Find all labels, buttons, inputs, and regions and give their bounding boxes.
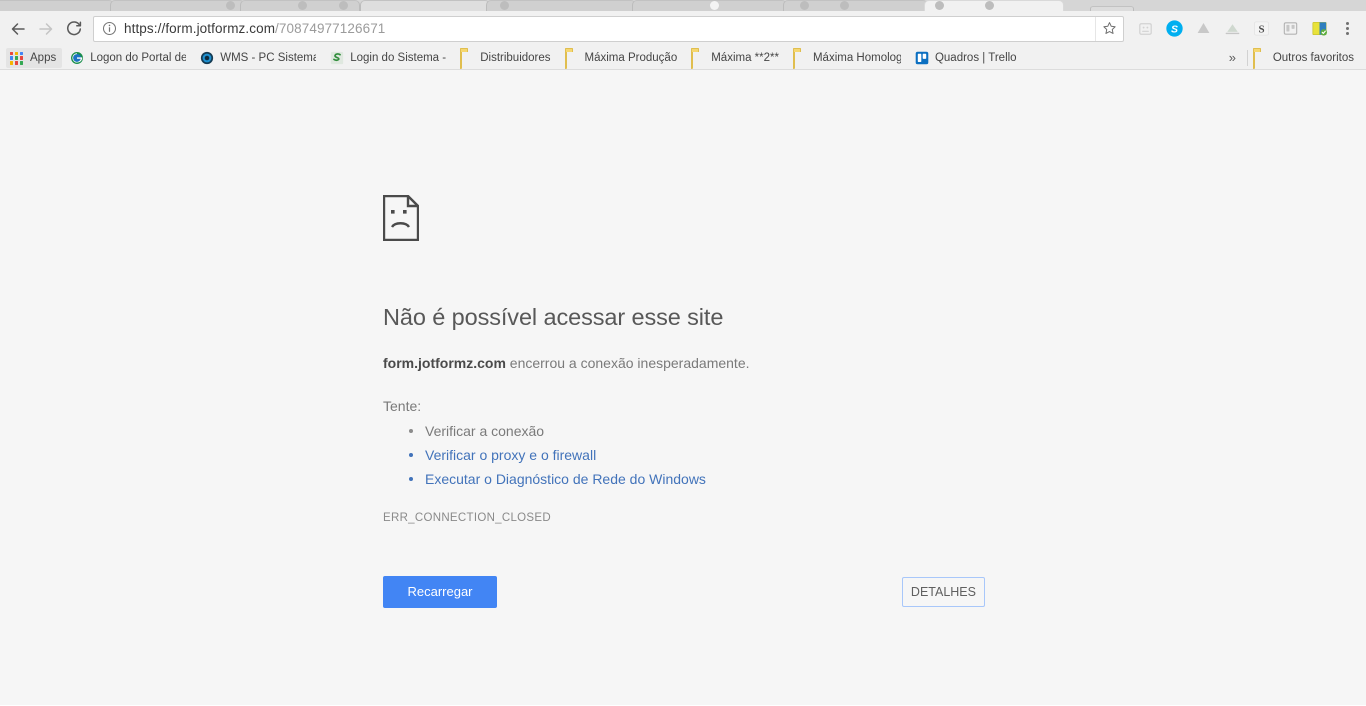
tab-favicon — [840, 1, 849, 10]
reload-page-button[interactable]: Recarregar — [383, 576, 497, 608]
bookmark-folder-distribuidores[interactable]: Distribuidores — [454, 48, 556, 69]
bookmark-apps-button[interactable]: Apps — [6, 47, 63, 68]
bookmark-label: Outros favoritos — [1272, 51, 1354, 64]
back-arrow-icon — [11, 22, 25, 35]
tab-favicon — [985, 1, 994, 10]
tab-favicon — [500, 1, 509, 10]
bookmark-label: Login do Sistema - M — [350, 51, 447, 64]
svg-text:S: S — [1171, 25, 1178, 36]
blue-circle-icon — [200, 51, 214, 65]
reload-button[interactable] — [60, 15, 88, 43]
url-scheme-host: https://form.jotformz.com — [124, 21, 276, 36]
bookmark-label: Quadros | Trello — [934, 51, 1017, 64]
error-container: Não é possível acessar esse site form.jo… — [382, 194, 1003, 608]
tab-favicon — [339, 1, 348, 10]
bookmarks-bar: Apps Logon do Portal de C WMS - PC Siste… — [0, 46, 1366, 70]
bookmark-label: Máxima Homologaçã — [812, 51, 901, 64]
bookmark-label: Logon do Portal de C — [90, 51, 187, 64]
green-s-icon — [330, 51, 344, 65]
error-button-row: Recarregar DETALHES — [383, 576, 985, 608]
menu-dot — [1345, 32, 1349, 35]
tab-favicon — [226, 1, 235, 10]
bookmark-star-button[interactable] — [1095, 16, 1123, 41]
bookmark-label: Apps — [30, 51, 57, 64]
folder-icon — [691, 49, 705, 69]
bookmark-label: Distribuidores — [480, 51, 551, 64]
trello-icon — [915, 51, 929, 65]
details-button[interactable]: DETALHES — [901, 577, 985, 607]
url-text[interactable]: https://form.jotformz.com/70874977126671 — [124, 21, 1095, 36]
reload-icon — [67, 20, 82, 35]
svg-text:S: S — [1258, 23, 1264, 35]
browser-tab[interactable] — [110, 0, 245, 11]
evernote-clipper-icon[interactable] — [1305, 14, 1334, 43]
back-button[interactable] — [4, 15, 32, 43]
tab-strip[interactable] — [0, 0, 1366, 11]
suggestion-list: Verificar a conexão Verificar o proxy e … — [383, 419, 1003, 491]
bookmark-label: WMS - PC Sistemas - — [220, 51, 316, 64]
bookmarks-overflow-button[interactable]: » — [1223, 50, 1242, 65]
bookmark-item-trello[interactable]: Quadros | Trello — [909, 48, 1023, 68]
bookmark-item-login-sistema[interactable]: Login do Sistema - M — [324, 48, 452, 68]
google-drive-icon[interactable] — [1189, 14, 1218, 43]
forward-arrow-icon — [39, 22, 53, 35]
bookmark-label: Máxima Produção — [584, 51, 678, 64]
tab-favicon — [710, 1, 719, 10]
bookmark-item-wms[interactable]: WMS - PC Sistemas - — [194, 48, 322, 68]
try-label: Tente: — [383, 398, 422, 414]
bookmark-folder-maxima-2[interactable]: Máxima **2** — [685, 48, 785, 69]
tab-favicon — [298, 1, 307, 10]
folder-icon — [460, 49, 474, 69]
skype-icon[interactable]: S — [1160, 14, 1189, 43]
url-path: /70874977126671 — [275, 21, 386, 36]
s-letter-icon[interactable]: S — [1247, 14, 1276, 43]
error-code: ERR_CONNECTION_CLOSED — [383, 512, 551, 524]
star-outline-icon — [1103, 22, 1116, 34]
chrome-menu-button[interactable] — [1334, 14, 1360, 43]
extension-green-faded-icon[interactable] — [1218, 14, 1247, 43]
browser-tab[interactable] — [1090, 6, 1134, 11]
sad-page-icon — [382, 194, 420, 245]
extension-faded-icon[interactable] — [1131, 14, 1160, 43]
tab-favicon — [800, 1, 809, 10]
bookmark-item-logon-portal[interactable]: Logon do Portal de C — [64, 48, 192, 68]
suggestion-check-proxy-firewall[interactable]: Verificar o proxy e o firewall — [383, 443, 1003, 467]
browser-tab[interactable] — [0, 0, 114, 11]
folder-icon — [792, 49, 807, 69]
apps-grid-icon — [10, 51, 24, 65]
bookmark-folder-outros-favoritos[interactable]: Outros favoritos — [1247, 48, 1360, 69]
menu-dot — [1345, 27, 1349, 30]
extension-icons: S S — [1131, 14, 1334, 43]
folder-icon — [564, 49, 579, 69]
browser-tab[interactable] — [360, 0, 490, 11]
overflow-chevron-icon: » — [1228, 50, 1236, 65]
suggestion-check-connection: Verificar a conexão — [383, 419, 1003, 443]
bookmark-folder-maxima-homologacao[interactable]: Máxima Homologaçã — [787, 48, 907, 69]
bookmark-folder-maxima-producao[interactable]: Máxima Produção — [559, 48, 684, 69]
folder-icon — [1252, 49, 1267, 69]
globe-g-icon — [70, 51, 84, 65]
error-title: Não é possível acessar esse site — [383, 304, 724, 330]
browser-tab-active[interactable] — [924, 0, 1064, 11]
page-viewport: Não é possível acessar esse site form.jo… — [0, 70, 1366, 705]
suggestion-run-windows-diagnostics[interactable]: Executar o Diagnóstico de Rede do Window… — [383, 467, 1003, 491]
error-host: form.jotformz.com — [383, 355, 506, 371]
error-subtitle: form.jotformz.com encerrou a conexão ine… — [383, 355, 1003, 371]
browser-toolbar: https://form.jotformz.com/70874977126671… — [0, 11, 1366, 46]
info-circle-icon[interactable] — [102, 21, 117, 36]
address-bar[interactable]: https://form.jotformz.com/70874977126671 — [93, 15, 1124, 42]
menu-dot — [1345, 22, 1349, 25]
bookmark-label: Máxima **2** — [711, 51, 779, 64]
forward-button[interactable] — [32, 15, 60, 43]
tab-favicon — [935, 1, 944, 10]
trello-extension-icon[interactable] — [1276, 14, 1305, 43]
error-subtitle-rest: encerrou a conexão inesperadamente. — [505, 355, 750, 371]
